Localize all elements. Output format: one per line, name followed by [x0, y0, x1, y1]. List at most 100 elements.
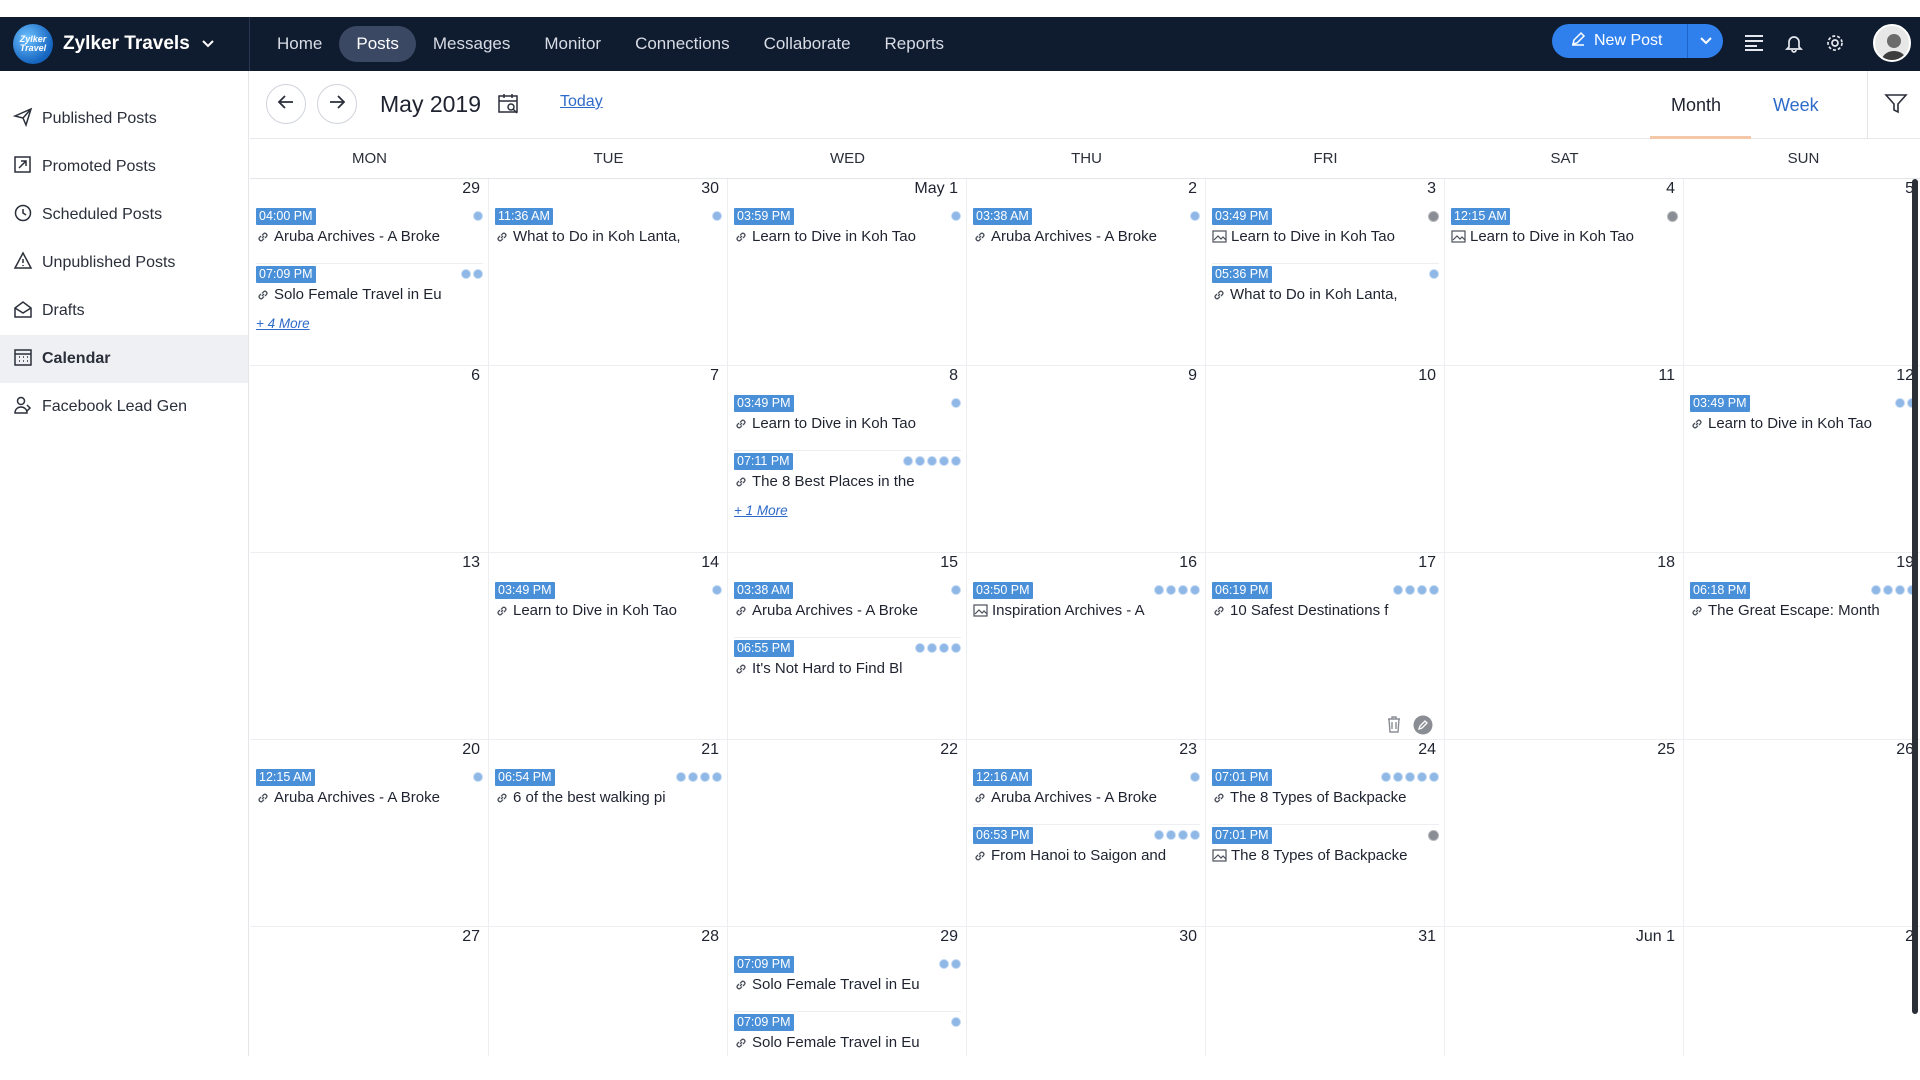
calendar-search-icon[interactable] — [497, 92, 521, 121]
gear-icon[interactable] — [1821, 29, 1849, 57]
prev-month-button[interactable] — [266, 84, 306, 124]
more-events-link[interactable]: + 4 More — [256, 316, 310, 331]
brand-switcher[interactable]: Zylker Travel Zylker Travels — [0, 17, 250, 71]
social-network-icon — [939, 643, 949, 653]
sidebar-item-published-posts[interactable]: Published Posts — [0, 95, 248, 143]
nav-item-messages[interactable]: Messages — [416, 26, 527, 62]
bell-icon[interactable] — [1780, 29, 1808, 57]
calendar-day-cell[interactable]: 17 06:19 PM 10 Safest Destinations f — [1206, 553, 1445, 740]
calendar-event[interactable]: 03:50 PM Inspiration Archives - A — [973, 577, 1200, 629]
calendar-event[interactable]: 06:55 PM It's Not Hard to Find Bl — [734, 635, 961, 687]
calendar-day-cell[interactable]: 7 — [489, 366, 728, 553]
social-network-icon — [688, 772, 698, 782]
calendar-day-cell[interactable]: 15 03:38 AM Aruba Archives - A Broke 06:55 … — [728, 553, 967, 740]
calendar-day-cell[interactable]: 26 — [1684, 740, 1920, 927]
calendar-day-cell[interactable]: 18 — [1445, 553, 1684, 740]
calendar-event[interactable]: 04:00 PM Aruba Archives - A Broke — [256, 203, 483, 255]
calendar-event[interactable]: 07:09 PM Solo Female Travel in Eu — [734, 1009, 961, 1056]
calendar-day-cell[interactable]: 30 — [967, 927, 1206, 1056]
calendar-event[interactable]: 03:49 PM Learn to Dive in Koh Tao — [1212, 203, 1439, 255]
nav-item-monitor[interactable]: Monitor — [527, 26, 618, 62]
filter-icon[interactable] — [1884, 92, 1908, 121]
calendar-event[interactable]: 03:49 PM Learn to Dive in Koh Tao — [734, 390, 961, 442]
more-events-link[interactable]: + 1 More — [734, 503, 788, 518]
nav-item-collaborate[interactable]: Collaborate — [747, 26, 868, 62]
calendar-event[interactable]: 03:59 PM Learn to Dive in Koh Tao — [734, 203, 961, 255]
trash-icon[interactable] — [1386, 715, 1402, 738]
calendar-day-cell[interactable]: 4 12:15 AM Learn to Dive in Koh Tao — [1445, 179, 1684, 366]
nav-item-reports[interactable]: Reports — [868, 26, 962, 62]
calendar-event[interactable]: 03:49 PM Learn to Dive in Koh Tao — [495, 577, 722, 629]
calendar-day-cell[interactable]: 25 — [1445, 740, 1684, 927]
tab-month[interactable]: Month — [1671, 95, 1721, 116]
calendar-day-cell[interactable]: 29 04:00 PM Aruba Archives - A Broke 07:09 … — [250, 179, 489, 366]
new-post-button[interactable]: New Post — [1552, 24, 1687, 58]
calendar-day-cell[interactable]: 27 — [250, 927, 489, 1056]
calendar-day-cell[interactable]: 19 06:18 PM The Great Escape: Month — [1684, 553, 1920, 740]
calendar-event[interactable]: 06:53 PM From Hanoi to Saigon and — [973, 822, 1200, 874]
calendar-event[interactable]: 03:49 PM Learn to Dive in Koh Tao — [1690, 390, 1917, 442]
calendar-day-cell[interactable]: 22 — [728, 740, 967, 927]
calendar-day-cell[interactable]: 2 03:38 AM Aruba Archives - A Broke — [967, 179, 1206, 366]
sidebar-item-calendar[interactable]: Calendar — [0, 335, 248, 383]
calendar-day-cell[interactable]: 29 07:09 PM Solo Female Travel in Eu 07:09 … — [728, 927, 967, 1056]
calendar-event[interactable]: 03:38 AM Aruba Archives - A Broke — [973, 203, 1200, 255]
avatar[interactable] — [1873, 24, 1911, 62]
new-post-dropdown-button[interactable] — [1687, 24, 1723, 58]
nav-item-connections[interactable]: Connections — [618, 26, 747, 62]
tab-week[interactable]: Week — [1773, 95, 1819, 116]
edit-icon[interactable] — [1413, 715, 1433, 739]
calendar-day-cell[interactable]: 3 03:49 PM Learn to Dive in Koh Tao 05:36 P… — [1206, 179, 1445, 366]
calendar-event[interactable]: 06:19 PM 10 Safest Destinations f — [1212, 577, 1439, 629]
nav-item-posts[interactable]: Posts — [339, 26, 416, 62]
calendar-day-cell[interactable]: 10 — [1206, 366, 1445, 553]
calendar-event[interactable]: 07:01 PM The 8 Types of Backpacke — [1212, 764, 1439, 816]
scrollbar[interactable] — [1912, 179, 1918, 1014]
calendar-day-cell[interactable]: 30 11:36 AM What to Do in Koh Lanta, — [489, 179, 728, 366]
sidebar-item-facebook-lead-gen[interactable]: Facebook Lead Gen — [0, 383, 248, 431]
day-number: 2 — [1188, 180, 1197, 197]
calendar-day-cell[interactable]: 8 03:49 PM Learn to Dive in Koh Tao 07:11 P… — [728, 366, 967, 553]
day-number: May 1 — [914, 180, 958, 197]
calendar-day-cell[interactable]: 23 12:16 AM Aruba Archives - A Broke 06:53 … — [967, 740, 1206, 927]
calendar-day-cell[interactable]: 5 — [1684, 179, 1920, 366]
calendar-day-cell[interactable]: 9 — [967, 366, 1206, 553]
calendar-day-cell[interactable]: 16 03:50 PM Inspiration Archives - A — [967, 553, 1206, 740]
calendar-event[interactable]: 06:54 PM 6 of the best walking pi — [495, 764, 722, 816]
calendar-day-cell[interactable]: 6 — [250, 366, 489, 553]
calendar-event[interactable]: 12:16 AM Aruba Archives - A Broke — [973, 764, 1200, 816]
list-menu-icon[interactable] — [1740, 29, 1768, 57]
calendar-day-cell[interactable]: 14 03:49 PM Learn to Dive in Koh Tao — [489, 553, 728, 740]
calendar-event[interactable]: 07:11 PM The 8 Best Places in the — [734, 448, 961, 500]
calendar-event[interactable]: 03:38 AM Aruba Archives - A Broke — [734, 577, 961, 629]
sidebar-item-scheduled-posts[interactable]: Scheduled Posts — [0, 191, 248, 239]
calendar-day-cell[interactable]: 31 — [1206, 927, 1445, 1056]
sidebar-item-unpublished-posts[interactable]: Unpublished Posts — [0, 239, 248, 287]
link-icon — [1690, 604, 1708, 618]
calendar-day-cell[interactable]: 2 — [1684, 927, 1920, 1056]
calendar-day-cell[interactable]: 21 06:54 PM 6 of the best walking pi — [489, 740, 728, 927]
calendar-day-cell[interactable]: 11 — [1445, 366, 1684, 553]
sidebar-item-drafts[interactable]: Drafts — [0, 287, 248, 335]
calendar-event[interactable]: 12:15 AM Aruba Archives - A Broke — [256, 764, 483, 816]
calendar-event[interactable]: 07:09 PM Solo Female Travel in Eu — [256, 261, 483, 313]
today-link[interactable]: Today — [560, 93, 603, 111]
sidebar-item-promoted-posts[interactable]: Promoted Posts — [0, 143, 248, 191]
calendar-event[interactable]: 06:18 PM The Great Escape: Month — [1690, 577, 1917, 629]
nav-item-home[interactable]: Home — [260, 26, 339, 62]
calendar-day-cell[interactable]: May 1 03:59 PM Learn to Dive in Koh Tao — [728, 179, 967, 366]
calendar-event[interactable]: 05:36 PM What to Do in Koh Lanta, — [1212, 261, 1439, 313]
calendar-event[interactable]: 07:09 PM Solo Female Travel in Eu — [734, 951, 961, 1003]
calendar-event[interactable]: 07:01 PM The 8 Types of Backpacke — [1212, 822, 1439, 874]
calendar-day-cell[interactable]: 13 — [250, 553, 489, 740]
social-network-icon — [1405, 772, 1415, 782]
calendar-day-cell[interactable]: 12 03:49 PM Learn to Dive in Koh Tao — [1684, 366, 1920, 553]
calendar-event[interactable]: 11:36 AM What to Do in Koh Lanta, — [495, 203, 722, 255]
link-icon — [973, 230, 991, 244]
calendar-event[interactable]: 12:15 AM Learn to Dive in Koh Tao — [1451, 203, 1678, 255]
next-month-button[interactable] — [317, 84, 357, 124]
calendar-day-cell[interactable]: 28 — [489, 927, 728, 1056]
calendar-day-cell[interactable]: 20 12:15 AM Aruba Archives - A Broke — [250, 740, 489, 927]
calendar-day-cell[interactable]: Jun 1 — [1445, 927, 1684, 1056]
calendar-day-cell[interactable]: 24 07:01 PM The 8 Types of Backpacke 07:01 … — [1206, 740, 1445, 927]
